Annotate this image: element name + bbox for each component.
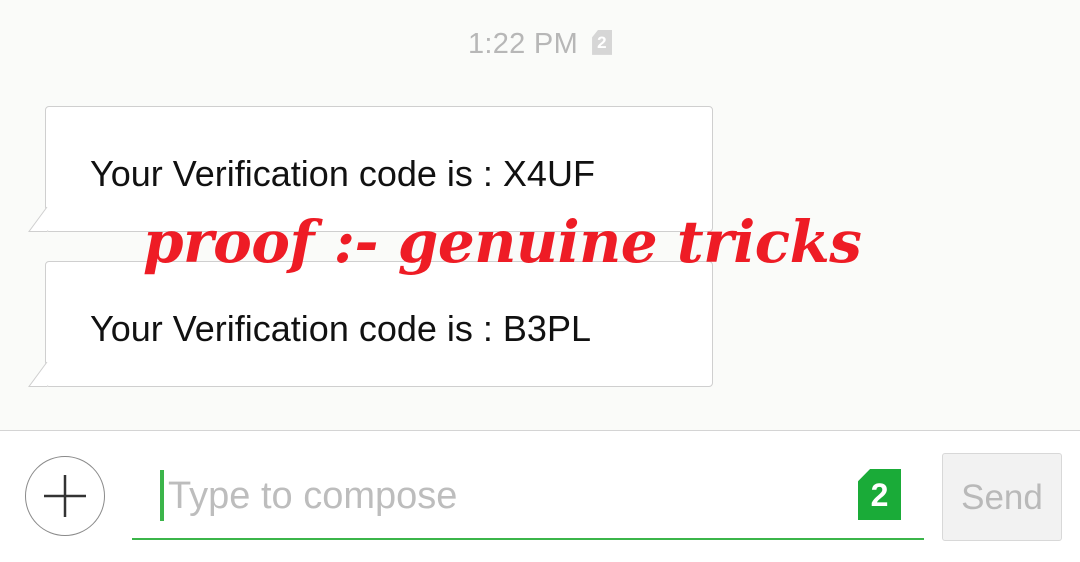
add-attachment-button[interactable] bbox=[25, 456, 105, 536]
sim-slot-number: 2 bbox=[597, 32, 607, 52]
compose-input[interactable]: Type to compose 2 bbox=[132, 456, 924, 540]
send-button[interactable]: Send bbox=[942, 453, 1062, 541]
compose-placeholder: Type to compose bbox=[168, 475, 458, 517]
plus-icon bbox=[44, 475, 86, 517]
messaging-screen: 1:22 PM 2 Your Verification code is : X4U… bbox=[0, 0, 1080, 562]
sim-slot-number: 2 bbox=[870, 477, 889, 513]
composer-bar: Type to compose 2 Send bbox=[0, 431, 1080, 562]
sim-select-icon[interactable]: 2 bbox=[858, 469, 901, 520]
text-cursor bbox=[160, 470, 164, 521]
message-text: Your Verification code is : B3PL bbox=[90, 308, 591, 349]
message-text: Your Verification code is : X4UF bbox=[90, 153, 595, 194]
message-bubble[interactable]: Your Verification code is : B3PL bbox=[28, 261, 713, 387]
watermark-text: proof :- genuine tricks bbox=[143, 208, 862, 276]
message-timestamp: 1:22 PM 2 bbox=[0, 28, 1080, 61]
sim-card-icon: 2 bbox=[592, 29, 613, 55]
timestamp-text: 1:22 PM bbox=[467, 28, 579, 60]
